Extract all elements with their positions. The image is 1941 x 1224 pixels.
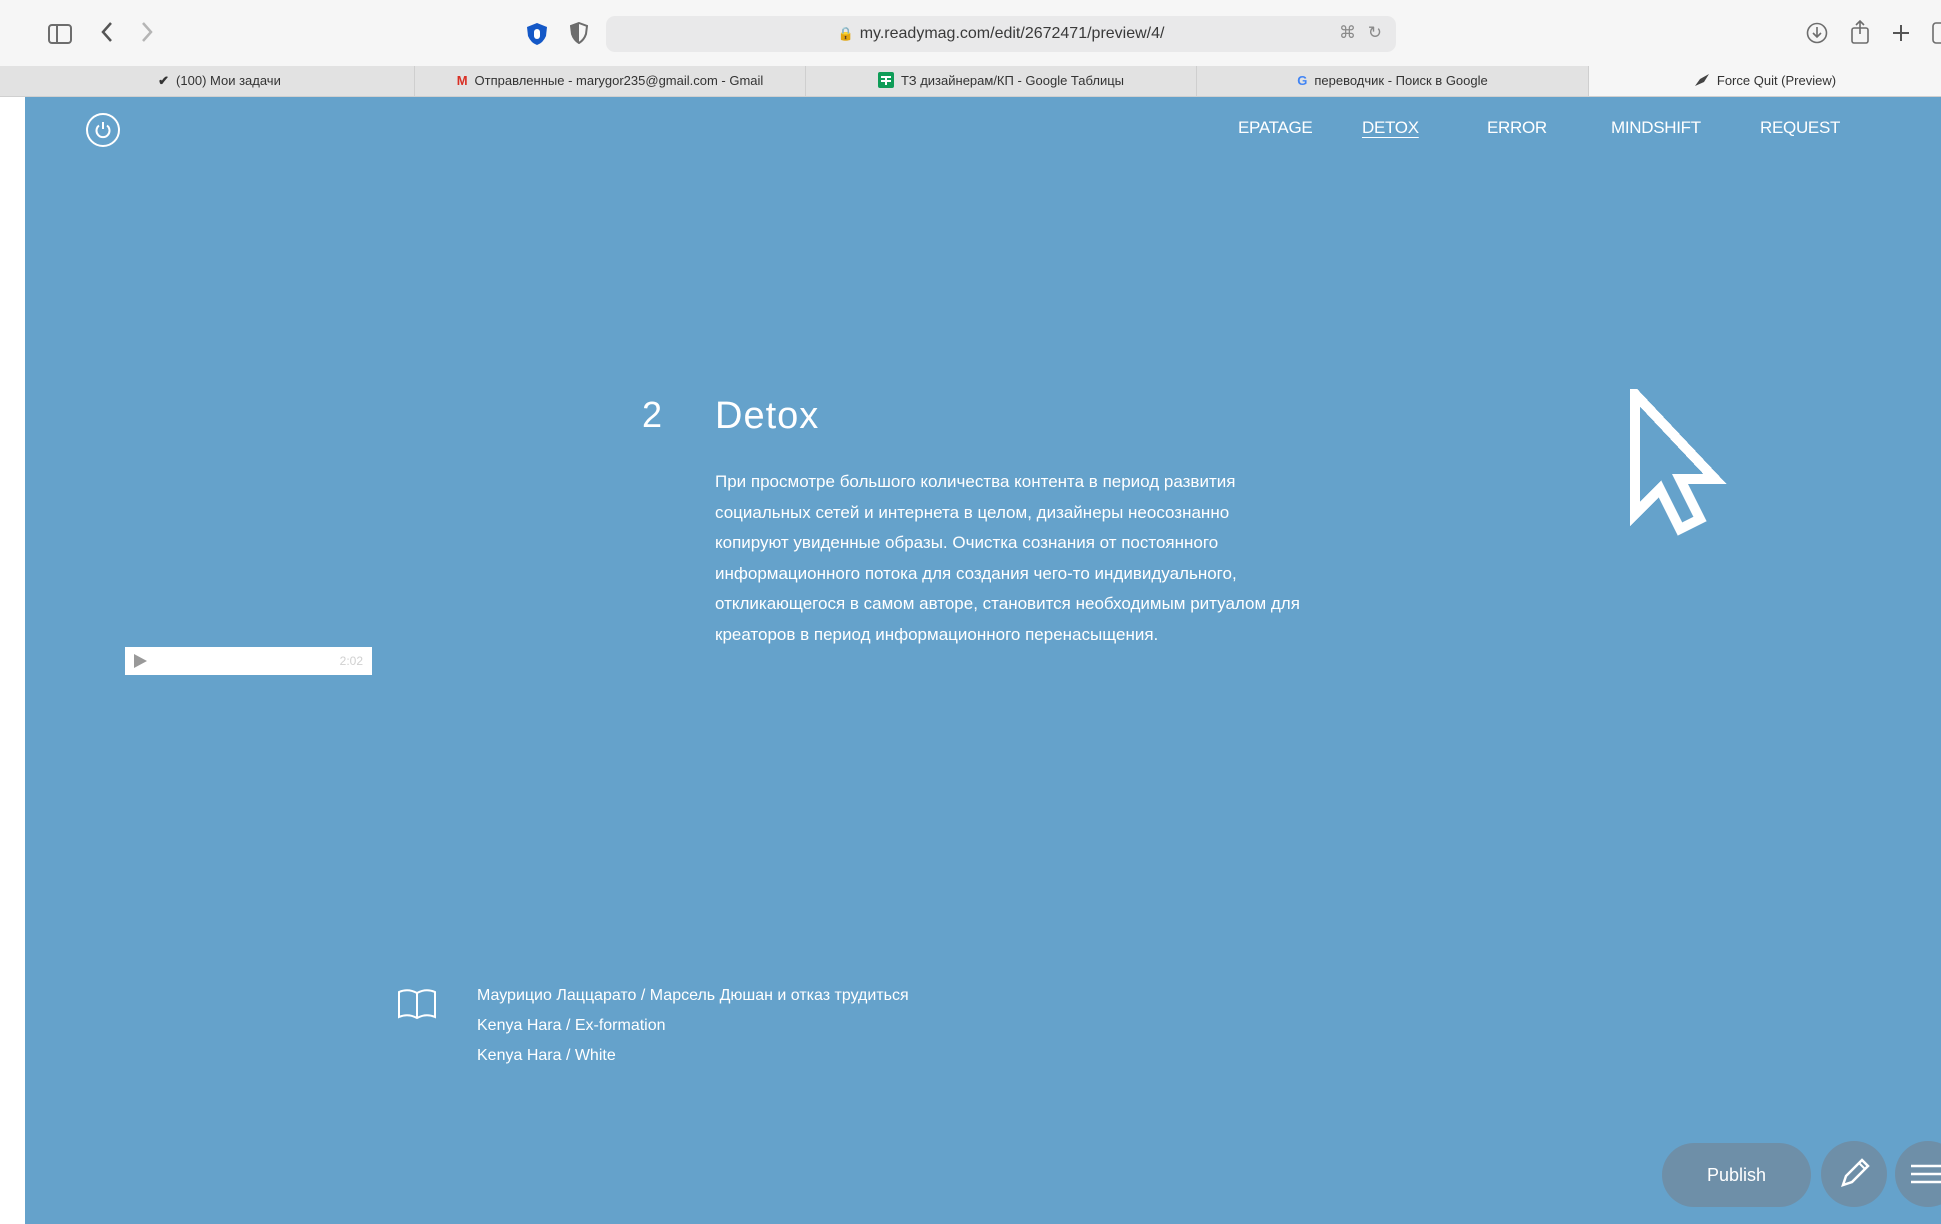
privacy-shield-icon[interactable] <box>569 21 589 48</box>
nav-mindshift[interactable]: MINDSHIFT <box>1611 118 1701 138</box>
nav-epatage[interactable]: EPATAGE <box>1238 118 1313 138</box>
edit-button[interactable] <box>1821 1141 1887 1207</box>
new-tab-icon[interactable] <box>1891 21 1911 47</box>
nav-request[interactable]: REQUEST <box>1760 118 1840 138</box>
audio-duration: 2:02 <box>339 654 363 668</box>
tab-label: переводчик - Поиск в Google <box>1314 73 1488 88</box>
tab-overview-icon[interactable] <box>1932 22 1941 48</box>
preview-icon <box>1694 66 1710 96</box>
pencil-icon <box>1841 1158 1870 1187</box>
readymag-page: EPATAGE DETOX ERROR MINDSHIFT REQUEST 2 … <box>25 97 1941 1224</box>
back-icon[interactable] <box>100 20 114 48</box>
share-icon[interactable] <box>1850 19 1870 49</box>
tab-preview[interactable]: Force Quit (Preview) <box>1589 66 1941 96</box>
reference-item: Kenya Hara / Ex-formation <box>477 1017 666 1034</box>
tab-label: Force Quit (Preview) <box>1716 73 1837 88</box>
book-icon <box>398 989 436 1020</box>
audio-player[interactable]: 2:02 <box>125 647 372 675</box>
tab-label: ТЗ дизайнерам/КП - Google Таблицы <box>900 73 1125 88</box>
section-title: Detox <box>715 395 820 437</box>
tab-bar: ✔ (100) Мои задачи M Отправленные - marygo… <box>0 66 1941 97</box>
browser-toolbar: 🔒 my.readymag.com/edit/2672471/preview/4/… <box>0 0 1941 66</box>
hamburger-icon <box>1911 1164 1941 1184</box>
tab-google-sheets[interactable]: ТЗ дизайнерам/КП - Google Таблицы <box>806 66 1197 96</box>
publish-button[interactable]: Publish <box>1662 1143 1811 1207</box>
url-text: my.readymag.com/edit/2672471/preview/4/ <box>859 25 1165 42</box>
sidebar-toggle-icon[interactable] <box>48 22 72 48</box>
lock-icon: 🔒 <box>837 26 854 41</box>
nav-error[interactable]: ERROR <box>1487 118 1547 138</box>
reference-item: Kenya Hara / White <box>477 1047 616 1064</box>
google-icon: G <box>1297 73 1308 88</box>
pixel-cursor-icon <box>1630 389 1727 536</box>
downloads-icon[interactable] <box>1806 22 1828 48</box>
power-icon[interactable] <box>86 113 120 147</box>
reload-icon[interactable]: ↻ <box>1368 23 1382 43</box>
checkmark-icon: ✔ <box>158 73 170 88</box>
google-sheets-icon <box>877 66 894 96</box>
tab-label: Отправленные - marygor235@gmail.com - Gm… <box>474 73 764 88</box>
section-number: 2 <box>642 394 663 435</box>
tab-google-search[interactable]: Gпереводчик - Поиск в Google <box>1197 66 1589 96</box>
play-icon[interactable] <box>134 654 147 668</box>
tab-label: (100) Мои задачи <box>176 73 281 88</box>
translate-icon[interactable]: ⌘ <box>1339 23 1356 43</box>
extension-shield-icon[interactable] <box>526 22 548 50</box>
menu-button[interactable] <box>1895 1141 1941 1207</box>
forward-icon[interactable] <box>140 20 154 48</box>
section-body: При просмотре большого количества контен… <box>715 472 1300 644</box>
tab-tasks[interactable]: ✔ (100) Мои задачи <box>25 66 415 96</box>
tab-gmail[interactable]: M Отправленные - marygor235@gmail.com - G… <box>415 66 806 96</box>
gmail-icon: M <box>456 73 468 88</box>
nav-detox[interactable]: DETOX <box>1362 118 1419 138</box>
address-bar[interactable]: 🔒 my.readymag.com/edit/2672471/preview/4/… <box>606 16 1396 52</box>
reference-item: Маурицио Лаццарато / Марсель Дюшан и отк… <box>477 987 909 1004</box>
